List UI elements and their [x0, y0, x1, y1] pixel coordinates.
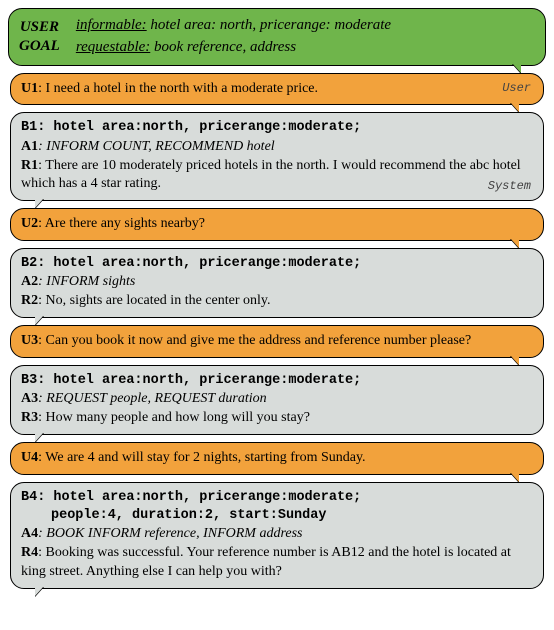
response-label: R3 — [21, 410, 38, 425]
user-turn-text: : Can you book it now and give me the ad… — [38, 333, 471, 348]
action-label: A3 — [21, 391, 38, 406]
goal-tail — [512, 63, 521, 73]
bubble-tail — [510, 102, 519, 112]
response-label: R4 — [21, 545, 38, 560]
system-bubble: B3: hotel area:north, pricerange:moderat… — [10, 365, 544, 435]
goal-informable: informable: hotel area: north, pricerang… — [76, 15, 391, 37]
turns-container: U1: I need a hotel in the north with a m… — [8, 73, 546, 590]
belief-label: B3 — [21, 373, 37, 388]
requestable-rest: book reference, address — [150, 39, 296, 55]
user-bubble: U1: I need a hotel in the north with a m… — [10, 73, 544, 106]
bubble-tail — [510, 355, 519, 365]
system-response: R4: Booking was successful. Your referen… — [21, 544, 533, 582]
response-text: : There are 10 moderately priced hotels … — [21, 158, 521, 192]
action-text: : REQUEST people, REQUEST duration — [38, 391, 267, 406]
system-action: A1: INFORM COUNT, RECOMMEND hotel — [21, 138, 533, 157]
response-text: : How many people and how long will you … — [38, 410, 310, 425]
system-bubble: B2: hotel area:north, pricerange:moderat… — [10, 248, 544, 318]
requestable-kw: requestable: — [76, 39, 150, 55]
user-turn-label: U4 — [21, 450, 38, 465]
belief-text: : hotel area:north, pricerange:moderate; — [37, 256, 361, 271]
goal-requestable: requestable: book reference, address — [76, 37, 391, 59]
belief-text: : hotel area:north, pricerange:moderate; — [37, 373, 361, 388]
action-label: A1 — [21, 139, 38, 154]
goal-left-l1: USER — [19, 18, 60, 37]
system-action: A3: REQUEST people, REQUEST duration — [21, 390, 533, 409]
belief-state: B1: hotel area:north, pricerange:moderat… — [21, 119, 533, 137]
action-text: : INFORM sights — [38, 274, 135, 289]
goal-left-l2: GOAL — [19, 37, 60, 56]
user-turn-label: U3 — [21, 333, 38, 348]
system-bubble: B1: hotel area:north, pricerange:moderat… — [10, 112, 544, 201]
belief-state: B2: hotel area:north, pricerange:moderat… — [21, 255, 533, 273]
action-text: : BOOK INFORM reference, INFORM address — [38, 526, 302, 541]
belief-label: B2 — [21, 256, 37, 271]
bubble-tail — [35, 315, 44, 325]
system-response: R3: How many people and how long will yo… — [21, 409, 533, 428]
action-label: A2 — [21, 274, 38, 289]
belief-state: B3: hotel area:north, pricerange:moderat… — [21, 372, 533, 390]
user-goal-box: USER GOAL informable: hotel area: north,… — [8, 8, 546, 66]
user-bubble: U3: Can you book it now and give me the … — [10, 325, 544, 358]
response-text: : Booking was successful. Your reference… — [21, 545, 511, 579]
system-action: A2: INFORM sights — [21, 273, 533, 292]
user-turn-text: : I need a hotel in the north with a mod… — [38, 81, 318, 96]
goal-left: USER GOAL — [19, 18, 64, 56]
bubble-tail — [35, 586, 44, 596]
informable-rest: hotel area: north, pricerange: moderate — [147, 17, 391, 33]
user-turn-text: : We are 4 and will stay for 2 nights, s… — [38, 450, 365, 465]
user-turn-label: U1 — [21, 81, 38, 96]
belief-text: : hotel area:north, pricerange:moderate; — [37, 120, 361, 135]
system-action: A4: BOOK INFORM reference, INFORM addres… — [21, 525, 533, 544]
goal-right: informable: hotel area: north, pricerang… — [76, 15, 391, 59]
role-tag-user: User — [502, 80, 531, 96]
action-label: A4 — [21, 526, 38, 541]
response-text: : No, sights are located in the center o… — [38, 293, 270, 308]
user-bubble: U2: Are there any sights nearby? — [10, 208, 544, 241]
action-text: : INFORM COUNT, RECOMMEND hotel — [38, 139, 275, 154]
belief-text: : hotel area:north, pricerange:moderate; — [37, 490, 361, 505]
belief-text-cont: people:4, duration:2, start:Sunday — [21, 507, 533, 525]
system-response: R1: There are 10 moderately priced hotel… — [21, 157, 533, 195]
bubble-tail — [510, 472, 519, 482]
belief-label: B4 — [21, 490, 37, 505]
system-response: R2: No, sights are located in the center… — [21, 292, 533, 311]
bubble-tail — [35, 432, 44, 442]
response-label: R2 — [21, 293, 38, 308]
response-label: R1 — [21, 158, 38, 173]
belief-state: B4: hotel area:north, pricerange:moderat… — [21, 489, 533, 525]
informable-kw: informable: — [76, 17, 147, 33]
bubble-tail — [510, 238, 519, 248]
bubble-tail — [35, 198, 44, 208]
belief-label: B1 — [21, 120, 37, 135]
user-turn-text: : Are there any sights nearby? — [38, 216, 205, 231]
user-turn-label: U2 — [21, 216, 38, 231]
role-tag-system: System — [488, 178, 531, 194]
user-bubble: U4: We are 4 and will stay for 2 nights,… — [10, 442, 544, 475]
system-bubble: B4: hotel area:north, pricerange:moderat… — [10, 482, 544, 589]
